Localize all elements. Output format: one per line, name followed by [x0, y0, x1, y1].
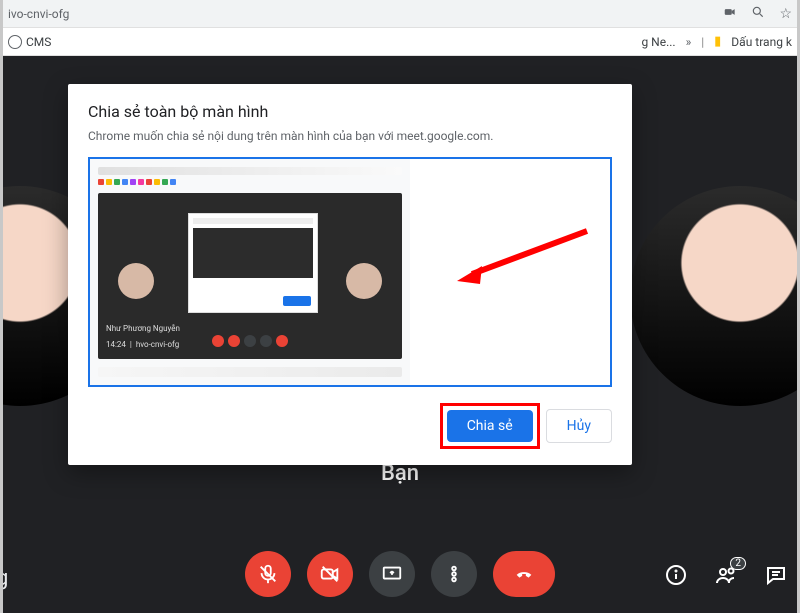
screen-thumbnail-empty — [410, 159, 610, 385]
meet-side-tools: 2 — [664, 563, 788, 591]
dialog-subtitle: Chrome muốn chia sẻ nội dung trên màn hì… — [88, 129, 612, 143]
hang-up-button[interactable] — [493, 551, 555, 597]
mute-camera-button[interactable] — [307, 551, 353, 597]
participant-count-badge: 2 — [730, 557, 746, 570]
dialog-title: Chia sẻ toàn bộ màn hình — [88, 102, 612, 121]
meeting-info-button[interactable] — [664, 563, 688, 591]
star-icon[interactable]: ☆ — [779, 6, 792, 22]
bookmark-news[interactable]: g Ne... — [641, 35, 675, 49]
screen-preview-selected[interactable]: Như Phương Nguyễn 14:24 | hvo-cnvi-ofg — [88, 157, 612, 387]
mute-mic-button[interactable] — [245, 551, 291, 597]
meet-main-area: Bạn g 2 Chia sẻ toàn bộ — [0, 56, 800, 613]
share-button[interactable]: Chia sẻ — [447, 410, 533, 442]
bookmark-cms[interactable]: CMS — [8, 35, 51, 49]
avatar — [630, 186, 800, 406]
browser-address-bar: ivo-cnvi-ofg ☆ — [0, 0, 800, 28]
present-screen-button[interactable] — [369, 551, 415, 597]
globe-icon — [8, 35, 22, 49]
folder-icon: ▮ — [714, 34, 721, 49]
camera-icon[interactable] — [723, 5, 737, 22]
preview-participant-name: Như Phương Nguyễn — [106, 324, 180, 333]
meet-controls — [245, 551, 555, 597]
search-icon[interactable] — [751, 5, 765, 22]
annotation-highlight: Chia sẻ — [440, 403, 540, 449]
meeting-code: g — [0, 566, 8, 591]
participants-button[interactable]: 2 — [714, 563, 738, 591]
browser-bookmarks-bar: CMS g Ne... » | ▮ Dấu trang k — [0, 28, 800, 56]
screen-thumbnail: Như Phương Nguyễn 14:24 | hvo-cnvi-ofg — [90, 159, 410, 385]
participant-tile-right — [630, 186, 800, 406]
bookmark-overflow[interactable]: » — [686, 35, 692, 49]
more-options-button[interactable] — [431, 551, 477, 597]
cancel-button[interactable]: Hủy — [546, 409, 612, 443]
share-screen-dialog: Chia sẻ toàn bộ màn hình Chrome muốn chi… — [68, 84, 632, 465]
chat-button[interactable] — [764, 563, 788, 591]
bookmark-folder[interactable]: Dấu trang k — [731, 35, 792, 49]
url-fragment: ivo-cnvi-ofg — [8, 7, 69, 21]
